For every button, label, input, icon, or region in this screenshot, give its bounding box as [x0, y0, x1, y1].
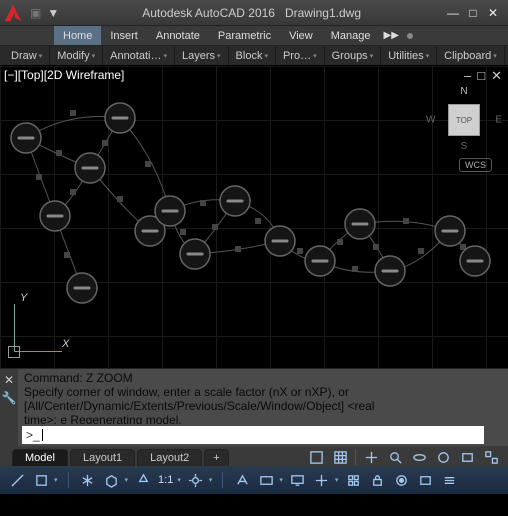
sb-monitor-icon[interactable]: [289, 471, 307, 489]
sb-cust-icon[interactable]: [440, 471, 458, 489]
layout-tabs: Model Layout1 Layout2 +: [0, 446, 508, 466]
zoom-icon[interactable]: [386, 448, 404, 466]
tab-layout2[interactable]: Layout2: [137, 449, 202, 466]
axis-y-label: Y: [20, 292, 27, 304]
sb-isoplane-icon[interactable]: [103, 471, 121, 489]
command-window: ✕ 🔧 Command: Z ZOOM Specify corner of wi…: [0, 368, 508, 446]
sb-line-icon[interactable]: [8, 471, 26, 489]
showmotion-icon[interactable]: [458, 448, 476, 466]
orbit-icon[interactable]: [410, 448, 428, 466]
title-bar: ▣ ▼ Autodesk AutoCAD 2016 Drawing1.dwg —…: [0, 0, 508, 26]
panel-layers[interactable]: Layers▾: [175, 46, 229, 65]
sb-lock-icon[interactable]: [368, 471, 386, 489]
panel-block[interactable]: Block▾: [229, 46, 276, 65]
panel-utilities[interactable]: Utilities▾: [381, 46, 437, 65]
sb-snap-icon[interactable]: [32, 471, 50, 489]
panel-clipboard[interactable]: Clipboard▾: [437, 46, 505, 65]
qat-chevron-icon[interactable]: ▼: [47, 6, 59, 20]
tab-view[interactable]: View: [280, 26, 322, 45]
axis-x-label: X: [62, 338, 69, 350]
drawing-content: [0, 66, 508, 368]
tab-insert[interactable]: Insert: [101, 26, 147, 45]
qat-open-icon[interactable]: ▣: [30, 6, 41, 20]
maximize-button[interactable]: □: [464, 6, 482, 20]
max-viewport-icon[interactable]: [482, 448, 500, 466]
tab-manage[interactable]: Manage: [322, 26, 380, 45]
panel-annotation[interactable]: Annotati…▾: [103, 46, 175, 65]
sb-workspace-icon[interactable]: [257, 471, 275, 489]
model-toggle-icon[interactable]: [307, 448, 325, 466]
status-bar: ▾ ▾ 1:1▾ ▾ ▾ ▾: [0, 466, 508, 494]
sb-gear-icon[interactable]: [187, 471, 205, 489]
app-name: Autodesk AutoCAD 2016: [142, 6, 275, 20]
ribbon-overflow-icon[interactable]: [407, 33, 413, 39]
cmd-close-icon[interactable]: ✕: [4, 373, 14, 387]
ribbon-scroll-right-icon[interactable]: ▶▶: [380, 26, 403, 45]
pan-icon[interactable]: [362, 448, 380, 466]
sb-scale-label[interactable]: 1:1: [158, 474, 173, 486]
tab-add[interactable]: +: [204, 449, 228, 466]
close-button[interactable]: ✕: [484, 6, 502, 20]
app-logo[interactable]: [0, 0, 26, 26]
steering-icon[interactable]: [434, 448, 452, 466]
panel-groups[interactable]: Groups▾: [325, 46, 382, 65]
sb-isolate-icon[interactable]: [392, 471, 410, 489]
sb-clean-icon[interactable]: [416, 471, 434, 489]
command-prompt: >_: [26, 428, 40, 442]
panel-draw[interactable]: Draw▾: [4, 46, 50, 65]
tab-layout1[interactable]: Layout1: [70, 449, 135, 466]
drawing-canvas[interactable]: [−] [Top] [2D Wireframe] – □ ✕ N S W E T…: [0, 66, 508, 368]
command-input[interactable]: >_: [22, 426, 484, 444]
ribbon-tabs: Home Insert Annotate Parametric View Man…: [0, 26, 508, 46]
command-history: Command: Z ZOOM Specify corner of window…: [18, 369, 508, 424]
sb-polar-icon[interactable]: [79, 471, 97, 489]
sb-qp-icon[interactable]: [344, 471, 362, 489]
ribbon-panels: Draw▾ Modify▾ Annotati…▾ Layers▾ Block▾ …: [0, 46, 508, 66]
tab-parametric[interactable]: Parametric: [209, 26, 280, 45]
sb-units-icon[interactable]: [313, 471, 331, 489]
sb-anno-icon[interactable]: [233, 471, 251, 489]
doc-name: Drawing1.dwg: [285, 6, 361, 20]
grid-toggle-icon[interactable]: [331, 448, 349, 466]
tab-home[interactable]: Home: [54, 26, 101, 45]
panel-properties[interactable]: Pro…▾: [276, 46, 325, 65]
tab-annotate[interactable]: Annotate: [147, 26, 209, 45]
tab-model[interactable]: Model: [12, 449, 68, 466]
sb-osnap-icon[interactable]: [134, 471, 152, 489]
cmd-wrench-icon[interactable]: 🔧: [2, 391, 17, 405]
panel-modify[interactable]: Modify▾: [50, 46, 103, 65]
minimize-button[interactable]: —: [444, 6, 462, 20]
